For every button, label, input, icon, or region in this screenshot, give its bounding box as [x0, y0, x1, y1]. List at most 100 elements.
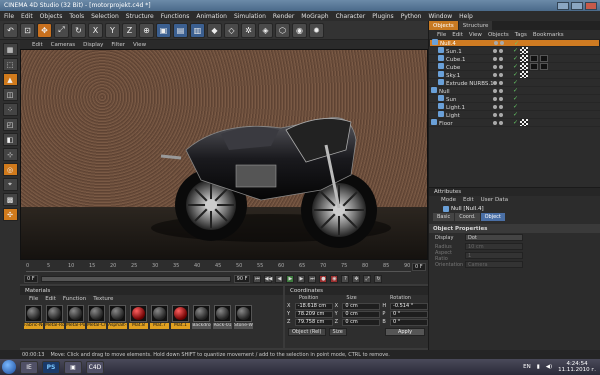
visibility-dot-icon[interactable] — [493, 120, 497, 125]
visibility-dot-icon[interactable] — [493, 48, 497, 53]
menu-item-structure[interactable]: Structure — [126, 13, 154, 20]
visibility-dot-icon[interactable] — [499, 64, 503, 69]
tag-icon[interactable] — [540, 63, 548, 70]
menu-item-plugins[interactable]: Plugins — [372, 13, 394, 20]
enabled-check-icon[interactable]: ✓ — [513, 79, 518, 86]
material-item[interactable]: Fabric-Ng — [24, 305, 43, 329]
visibility-dots[interactable] — [493, 80, 513, 85]
axis-mode-icon[interactable]: ⊹ — [2, 148, 18, 161]
y-axis-icon[interactable]: Y — [105, 22, 120, 38]
texture-mode-icon[interactable]: ⬚ — [2, 58, 18, 71]
objects-menu-view[interactable]: View — [469, 32, 482, 38]
attributes-menu-mode[interactable]: Mode — [441, 197, 456, 203]
motorcycle-render[interactable] — [21, 50, 428, 260]
visibility-dot-icon[interactable] — [499, 120, 503, 125]
visibility-dot-icon[interactable] — [499, 96, 503, 101]
menu-item-window[interactable]: Window — [429, 13, 453, 20]
menu-item-python[interactable]: Python — [401, 13, 422, 20]
position-field[interactable]: -18.618 cm — [294, 302, 333, 310]
minimize-button[interactable] — [557, 1, 569, 10]
viewport[interactable] — [20, 49, 428, 260]
tag-icon[interactable] — [520, 47, 528, 54]
enabled-check-icon[interactable]: ✓ — [513, 55, 518, 62]
next-frame-icon[interactable]: ▶ — [297, 274, 306, 283]
snap-icon[interactable]: ⌖ — [2, 178, 18, 191]
tag-icon[interactable] — [520, 71, 528, 78]
visibility-dots[interactable] — [494, 41, 514, 45]
position-field[interactable]: 79.758 cm — [294, 318, 333, 326]
render-settings-icon[interactable]: ▥ — [190, 22, 205, 38]
material-item[interactable]: Rock-01 — [213, 305, 232, 329]
material-item[interactable]: Stone-W — [234, 305, 253, 329]
clock[interactable]: 4:24:54 11.11.2010 г. — [558, 361, 596, 373]
rotation-field[interactable]: -0.514 ° — [390, 302, 429, 310]
visibility-dot-icon[interactable] — [500, 41, 504, 45]
taskbar-cinema4d-icon[interactable]: C4D — [86, 360, 104, 374]
visibility-dot-icon[interactable] — [499, 48, 503, 53]
visibility-dot-icon[interactable] — [493, 56, 497, 61]
attribute-value[interactable]: Dot — [465, 234, 523, 241]
materials-menu-file[interactable]: File — [29, 296, 38, 302]
object-row[interactable]: Floor ✓ — [429, 118, 600, 127]
scene-icon[interactable]: ⬡ — [275, 22, 290, 38]
tag-icon[interactable] — [520, 55, 528, 62]
objects-menu-file[interactable]: File — [437, 32, 446, 38]
render-icon[interactable]: ▤ — [173, 22, 188, 38]
tag-icon[interactable] — [520, 119, 528, 126]
menu-item-functions[interactable]: Functions — [161, 13, 190, 20]
menu-item-edit[interactable]: Edit — [21, 13, 33, 20]
attributes-menu-edit[interactable]: Edit — [463, 197, 474, 203]
preview-range-slider[interactable] — [40, 275, 231, 282]
taskbar-ie-icon[interactable]: IE — [20, 360, 38, 374]
tab-structure[interactable]: Structure — [458, 21, 493, 30]
taskbar-window-icon[interactable]: ▣ — [64, 360, 82, 374]
tweak-mode-icon[interactable]: ◎ — [2, 163, 18, 176]
objects-menu-edit[interactable]: Edit — [452, 32, 463, 38]
prev-frame-icon[interactable]: ◀ — [275, 274, 284, 283]
menu-item-tools[interactable]: Tools — [69, 13, 84, 20]
enabled-check-icon[interactable]: ✓ — [513, 119, 518, 126]
visibility-dot-icon[interactable] — [493, 64, 497, 69]
attributes-tab-coord[interactable]: Coord. — [455, 213, 480, 221]
viewport-menu-display[interactable]: Display — [83, 42, 103, 48]
close-button[interactable] — [585, 1, 597, 10]
visibility-dots[interactable] — [493, 56, 513, 61]
visibility-dot-icon[interactable] — [499, 112, 503, 117]
scale-icon[interactable]: ⤢ — [54, 22, 69, 38]
objects-menu-bookmarks[interactable]: Bookmarks — [533, 32, 564, 38]
viewport-menu-filter[interactable]: Filter — [111, 42, 125, 48]
network-icon[interactable]: ▮ — [537, 364, 540, 370]
attributes-tab-object[interactable]: Object — [480, 213, 505, 221]
visibility-dot-icon[interactable] — [499, 104, 503, 109]
array-icon[interactable]: ✲ — [241, 22, 256, 38]
enabled-check-icon[interactable]: ✓ — [513, 103, 518, 110]
menu-item-render[interactable]: Render — [273, 13, 294, 20]
play-icon[interactable]: ▶ — [286, 274, 295, 283]
visibility-dot-icon[interactable] — [499, 72, 503, 77]
visibility-dot-icon[interactable] — [494, 41, 498, 45]
polygons-mode-icon[interactable]: ◧ — [2, 133, 18, 146]
points-mode-icon[interactable]: ⁘ — [2, 103, 18, 116]
objects-menu-tags[interactable]: Tags — [515, 32, 527, 38]
menu-item-file[interactable]: File — [4, 13, 14, 20]
visibility-dots[interactable] — [493, 88, 513, 93]
scale-key-icon[interactable]: ⤢ — [363, 274, 372, 283]
visibility-dot-icon[interactable] — [493, 96, 497, 101]
position-field[interactable]: 78.209 cm — [294, 310, 333, 318]
language-indicator[interactable]: EN — [523, 364, 531, 370]
materials-menu-edit[interactable]: Edit — [45, 296, 56, 302]
viewport-menu-view[interactable]: View — [133, 42, 146, 48]
tag-icon[interactable] — [530, 55, 538, 62]
menu-item-animation[interactable]: Animation — [196, 13, 227, 20]
size-field[interactable]: 0 cm — [342, 310, 381, 318]
menu-item-mograph[interactable]: MoGraph — [301, 13, 328, 20]
maximize-button[interactable] — [571, 1, 583, 10]
visibility-dots[interactable] — [493, 104, 513, 109]
visibility-dot-icon[interactable] — [493, 88, 497, 93]
prev-key-icon[interactable]: ◀◀ — [264, 274, 273, 283]
tag-icon[interactable] — [520, 63, 528, 70]
viewport-menu-edit[interactable]: Edit — [32, 42, 43, 48]
visibility-dots[interactable] — [493, 120, 513, 125]
menu-item-selection[interactable]: Selection — [91, 13, 119, 20]
undo-icon[interactable]: ↶ — [3, 22, 18, 38]
